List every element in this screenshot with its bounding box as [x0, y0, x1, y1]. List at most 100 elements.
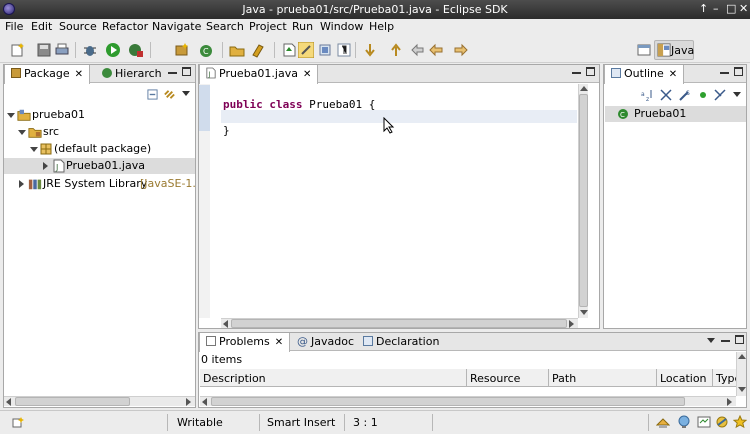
last-edit-location-icon[interactable]: [410, 42, 426, 58]
external-tools-icon[interactable]: [128, 42, 144, 58]
scroll-up-icon[interactable]: [738, 354, 746, 359]
expand-icon[interactable]: [7, 113, 15, 118]
minimize-icon[interactable]: [720, 72, 729, 74]
scrollbar-thumb[interactable]: [579, 94, 588, 307]
close-icon[interactable]: ✕: [303, 69, 311, 80]
close-icon[interactable]: ✕: [75, 69, 83, 80]
hide-static-icon[interactable]: S: [679, 89, 691, 101]
maximize-icon[interactable]: [735, 335, 744, 344]
tree-item-project[interactable]: prueba01: [4, 107, 195, 123]
minimize-icon[interactable]: [168, 72, 177, 74]
menu-project[interactable]: Project: [249, 20, 287, 33]
vertical-scrollbar[interactable]: [736, 352, 746, 396]
scroll-left-icon[interactable]: [202, 398, 207, 406]
progress-icon[interactable]: [656, 416, 670, 429]
tree-item-file[interactable]: J Prueba01.java: [4, 158, 195, 174]
column-header-path[interactable]: Path: [549, 369, 657, 387]
expand-icon[interactable]: [30, 147, 38, 152]
maximize-icon[interactable]: [734, 67, 743, 76]
vertical-scrollbar[interactable]: [578, 84, 588, 318]
hide-fields-icon[interactable]: [660, 89, 672, 101]
sort-icon[interactable]: az: [641, 89, 653, 101]
tab-outline[interactable]: Outline ✕: [604, 65, 685, 84]
menu-file[interactable]: File: [5, 20, 23, 33]
scroll-down-icon[interactable]: [580, 310, 588, 315]
expand-icon[interactable]: [43, 162, 48, 170]
link-with-editor-icon[interactable]: [163, 88, 176, 101]
tab-package[interactable]: Package ✕: [4, 65, 90, 84]
menu-search[interactable]: Search: [206, 20, 244, 33]
minimize-icon[interactable]: [721, 340, 730, 342]
expand-icon[interactable]: [18, 130, 26, 135]
new-icon[interactable]: [10, 42, 26, 58]
tree-item-jre-library[interactable]: JRE System Library [JavaSE-1.6: [4, 176, 195, 192]
scrollbar-thumb[interactable]: [15, 397, 130, 406]
menu-refactor[interactable]: Refactor: [102, 20, 148, 33]
hide-non-public-icon[interactable]: [697, 89, 709, 101]
hide-local-types-icon[interactable]: [714, 89, 726, 101]
new-java-project-icon[interactable]: [174, 42, 190, 58]
view-menu-icon[interactable]: [733, 92, 741, 97]
next-edit-icon[interactable]: [362, 42, 378, 58]
menu-navigate[interactable]: Navigate: [152, 20, 201, 33]
mark-occurrences-icon[interactable]: [298, 42, 314, 58]
expand-icon[interactable]: [19, 180, 24, 188]
window-minimize-button[interactable]: –: [713, 2, 719, 15]
close-icon[interactable]: ✕: [275, 337, 283, 348]
back-icon[interactable]: [428, 42, 444, 58]
scroll-up-icon[interactable]: [580, 86, 588, 91]
next-annotation-icon[interactable]: [281, 42, 297, 58]
forward-icon[interactable]: [453, 42, 469, 58]
tree-item-default-package[interactable]: (default package): [4, 141, 195, 157]
open-type-icon[interactable]: [229, 42, 245, 58]
scroll-left-icon[interactable]: [223, 320, 228, 328]
java-perspective-button[interactable]: Java: [654, 40, 694, 60]
menu-window[interactable]: Window: [320, 20, 363, 33]
scroll-right-icon[interactable]: [186, 398, 191, 406]
show-whitespace-icon[interactable]: [336, 42, 352, 58]
scrollbar-thumb[interactable]: [231, 319, 567, 328]
outline-item-class[interactable]: C Prueba01: [605, 106, 746, 122]
updates-icon[interactable]: [715, 415, 729, 429]
scrollbar-thumb[interactable]: [211, 397, 685, 406]
window-close-button[interactable]: ✕: [739, 2, 748, 15]
window-maximize-button[interactable]: □: [726, 2, 736, 15]
scroll-down-icon[interactable]: [738, 387, 746, 392]
menu-source[interactable]: Source: [59, 20, 97, 33]
window-raise-button[interactable]: ↑: [699, 2, 708, 15]
maximize-icon[interactable]: [586, 67, 595, 76]
code-line-3[interactable]: }: [223, 124, 230, 137]
scroll-right-icon[interactable]: [727, 398, 732, 406]
menu-run[interactable]: Run: [292, 20, 313, 33]
new-class-icon[interactable]: C: [198, 42, 214, 58]
run-icon[interactable]: [105, 42, 121, 58]
scroll-left-icon[interactable]: [6, 398, 11, 406]
bulb-icon[interactable]: [677, 415, 691, 429]
column-header-resource[interactable]: Resource: [467, 369, 549, 387]
search-icon[interactable]: [250, 42, 266, 58]
code-line-1[interactable]: public class Prueba01 {: [223, 98, 375, 111]
view-menu-icon[interactable]: [182, 91, 190, 96]
scroll-right-icon[interactable]: [569, 320, 574, 328]
collapse-all-icon[interactable]: [147, 89, 158, 100]
tab-problems[interactable]: Problems ✕: [199, 333, 291, 352]
star-icon[interactable]: [733, 415, 747, 429]
save-icon[interactable]: [36, 42, 52, 58]
open-perspective-icon[interactable]: [636, 42, 652, 58]
previous-edit-icon[interactable]: [388, 42, 404, 58]
horizontal-scrollbar[interactable]: [221, 318, 578, 328]
block-selection-icon[interactable]: [317, 42, 333, 58]
horizontal-scrollbar[interactable]: [200, 396, 736, 406]
print-icon[interactable]: [54, 42, 70, 58]
horizontal-scrollbar[interactable]: [4, 396, 195, 406]
tab-hierarchy[interactable]: Hierarch: [96, 65, 168, 83]
tab-editor-file[interactable]: J Prueba01.java ✕: [199, 65, 319, 84]
minimize-icon[interactable]: [572, 72, 581, 74]
fast-view-icon[interactable]: [12, 416, 24, 428]
close-icon[interactable]: ✕: [669, 69, 677, 80]
task-list-icon[interactable]: [697, 415, 711, 429]
debug-icon[interactable]: [82, 42, 98, 58]
tab-declaration[interactable]: Declaration: [357, 333, 445, 351]
maximize-icon[interactable]: [182, 67, 191, 76]
column-header-location[interactable]: Location: [657, 369, 713, 387]
